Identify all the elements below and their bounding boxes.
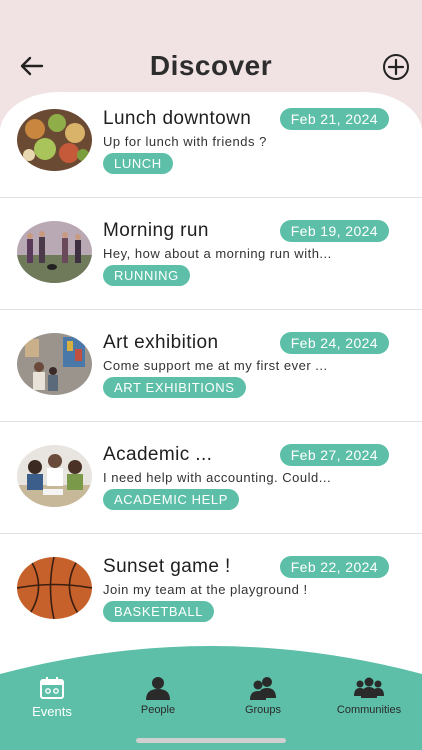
event-date-badge: Feb 22, 2024 bbox=[279, 556, 389, 578]
event-date-badge: Feb 27, 2024 bbox=[279, 444, 389, 466]
person-icon bbox=[146, 677, 170, 700]
event-list: Lunch downtown Feb 21, 2024 Up for lunch… bbox=[0, 86, 422, 646]
event-thumbnail-art bbox=[17, 333, 92, 395]
tab-groups[interactable]: Groups bbox=[213, 676, 313, 716]
event-tag[interactable]: LUNCH bbox=[103, 153, 173, 174]
tab-people[interactable]: People bbox=[108, 676, 208, 716]
event-description: Come support me at my first ever ... bbox=[103, 358, 328, 373]
event-thumbnail-basketball bbox=[17, 557, 92, 619]
tab-events[interactable]: Events bbox=[2, 676, 102, 719]
tab-label: People bbox=[140, 704, 176, 716]
event-title: Lunch downtown bbox=[103, 108, 252, 129]
event-date-badge: Feb 24, 2024 bbox=[279, 332, 389, 354]
event-description: I need help with accounting. Could... bbox=[103, 470, 332, 485]
communities-icon bbox=[354, 677, 384, 698]
event-item[interactable]: Academic ... Feb 27, 2024 I need help wi… bbox=[0, 422, 422, 534]
tab-label: Events bbox=[32, 704, 72, 719]
event-date-badge: Feb 19, 2024 bbox=[279, 220, 389, 242]
event-tag[interactable]: RUNNING bbox=[103, 265, 190, 286]
page-title: Discover bbox=[149, 50, 273, 81]
event-item[interactable]: Morning run Feb 19, 2024 Hey, how about … bbox=[0, 198, 422, 310]
home-indicator bbox=[136, 738, 286, 743]
tab-label: Communities bbox=[336, 704, 402, 716]
add-circle-icon[interactable] bbox=[382, 53, 410, 81]
event-thumbnail-academic bbox=[17, 445, 92, 507]
event-description: Up for lunch with friends ? bbox=[103, 134, 267, 149]
event-title: Academic ... bbox=[103, 444, 213, 465]
event-description: Join my team at the playground ! bbox=[103, 582, 308, 597]
event-date-badge: Feb 21, 2024 bbox=[279, 108, 389, 130]
tab-communities[interactable]: Communities bbox=[319, 676, 419, 716]
event-tag[interactable]: BASKETBALL bbox=[103, 601, 215, 622]
event-item[interactable]: Lunch downtown Feb 21, 2024 Up for lunch… bbox=[0, 86, 422, 198]
event-thumbnail-running bbox=[17, 221, 92, 283]
event-title: Sunset game ! bbox=[103, 556, 231, 577]
event-title: Art exhibition bbox=[103, 332, 219, 353]
event-description: Hey, how about a morning run with... bbox=[103, 246, 332, 261]
calendar-icon bbox=[40, 677, 64, 699]
tab-label: Groups bbox=[244, 704, 282, 716]
group-icon bbox=[250, 677, 276, 700]
event-thumbnail-lunch bbox=[17, 109, 92, 171]
event-tag[interactable]: ACADEMIC HELP bbox=[103, 489, 239, 510]
event-item[interactable]: Art exhibition Feb 24, 2024 Come support… bbox=[0, 310, 422, 422]
event-title: Morning run bbox=[103, 220, 209, 241]
event-item[interactable]: Sunset game ! Feb 22, 2024 Join my team … bbox=[0, 534, 422, 646]
bottom-tab-bar: Events People Groups Communities bbox=[0, 638, 422, 750]
event-tag[interactable]: ART EXHIBITIONS bbox=[103, 377, 246, 398]
